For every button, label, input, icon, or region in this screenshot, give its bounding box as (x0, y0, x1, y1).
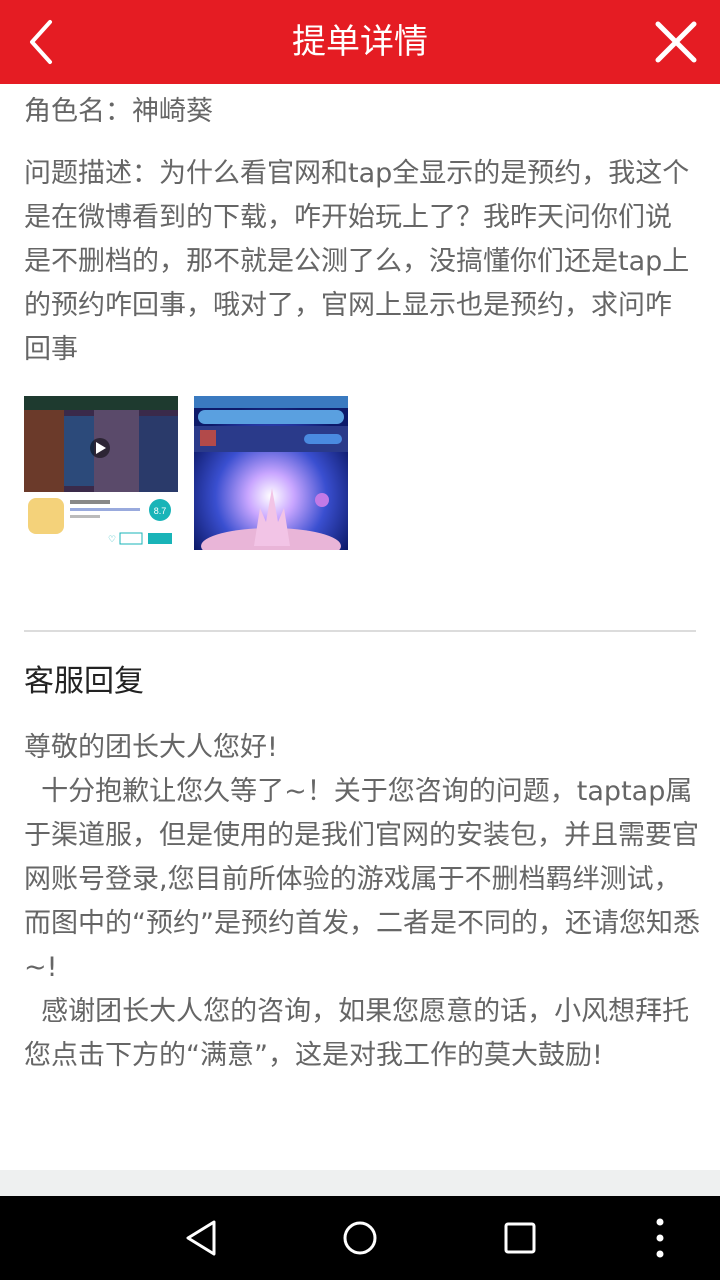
more-dots-icon[interactable] (648, 1214, 672, 1262)
game-art-screenshot-image (194, 396, 348, 550)
attachment-thumbnail-1[interactable]: 8.7 ♡ (24, 396, 178, 550)
section-divider (24, 630, 696, 632)
problem-description: 问题描述：为什么看官网和tap全显示的是预约，我这个是在微博看到的下载，咋开始玩… (24, 158, 690, 365)
page-title: 提单详情 (292, 22, 428, 62)
close-icon[interactable] (648, 14, 704, 70)
attachment-list: 8.7 ♡ (24, 396, 696, 552)
role-name: 角色名：神崎葵 (24, 96, 213, 127)
ticket-content: 角色名：神崎葵 问题描述：为什么看官网和tap全显示的是预约，我这个是在微博看到… (24, 84, 696, 552)
svg-text:♡: ♡ (108, 535, 116, 545)
reply-section-title: 客服回复 (24, 664, 144, 699)
system-navigation-bar (0, 1196, 720, 1280)
reply-text: 尊敬的团长大人您好! 十分抱歉让您久等了~！关于您咨询的问题，taptap属于渠… (24, 732, 700, 1071)
app-page-screenshot-image: 8.7 ♡ (24, 396, 178, 545)
home-circle-icon[interactable] (338, 1214, 382, 1262)
recents-square-icon[interactable] (498, 1214, 542, 1262)
app-header: 提单详情 (0, 0, 720, 84)
rating-badge: 8.7 (154, 506, 167, 516)
back-triangle-icon[interactable] (180, 1214, 224, 1262)
attachment-thumbnail-2[interactable] (194, 396, 348, 550)
footer-strip (0, 1170, 720, 1196)
